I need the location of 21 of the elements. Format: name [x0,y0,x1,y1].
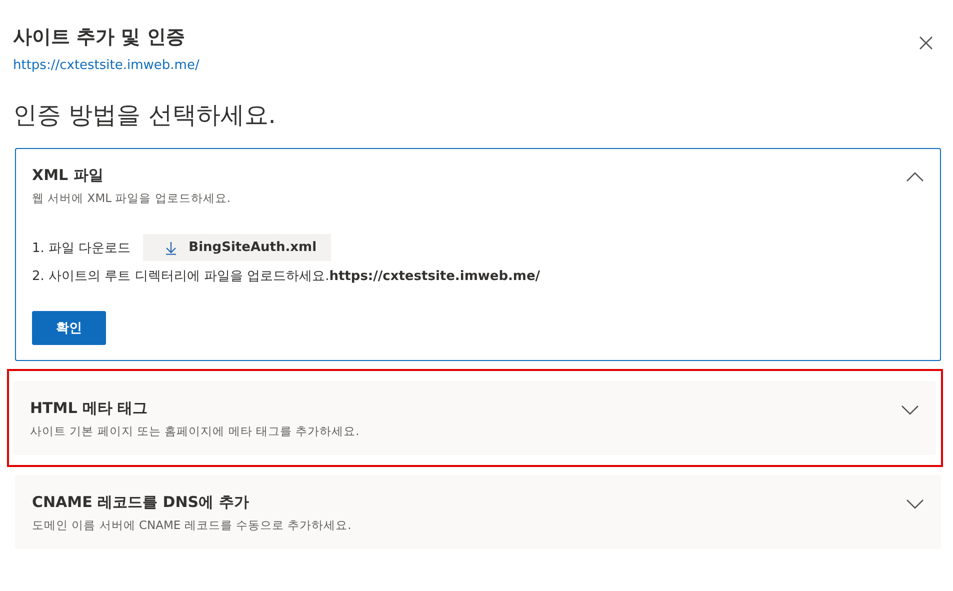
method-title: CNAME 레코드를 DNS에 추가 [32,493,250,512]
site-link[interactable]: https://cxtestsite.imweb.me/ [13,58,200,73]
step-text: 2. 사이트의 루트 디렉터리에 파일을 업로드하세요.https://cxtestsite.imweb.me/ [32,268,540,285]
chevron-down-icon[interactable] [901,405,919,415]
method-title: XML 파일 [32,166,104,185]
section-heading: 인증 방법을 선택하세요. [13,100,277,131]
download-button[interactable]: BingSiteAuth.xml [142,234,331,261]
chevron-up-icon[interactable] [906,172,924,182]
method-description: 사이트 기본 페이지 또는 홈페이지에 메타 태그를 추가하세요. [30,424,360,439]
download-icon [164,240,177,254]
close-icon [919,36,933,50]
method-description: 웹 서버에 XML 파일을 업로드하세요. [32,191,230,206]
method-panel[interactable]: XML 파일 웹 서버에 XML 파일을 업로드하세요. 1. 파일 다운로드 BingSiteAuth.xml 2. 사이트의 루트 디렉터리에 파일을 업로드하세요.https://cxtestsite.imweb.me/ 확인 [15,148,941,361]
method-panel[interactable]: CNAME 레코드를 DNS에 추가 도메인 이름 서버에 CNAME 레코드를 수동으로 추가하세요. [15,475,941,549]
method-description: 도메인 이름 서버에 CNAME 레코드를 수동으로 추가하세요. [32,518,352,533]
method-panel[interactable]: HTML 메타 태그 사이트 기본 페이지 또는 홈페이지에 메타 태그를 추가하세요. [13,381,936,455]
confirm-button[interactable]: 확인 [32,311,106,345]
chevron-down-icon[interactable] [906,499,924,509]
step-text: 1. 파일 다운로드 [32,240,131,256]
method-title: HTML 메타 태그 [30,399,149,418]
dialog-title: 사이트 추가 및 인증 [13,25,186,50]
